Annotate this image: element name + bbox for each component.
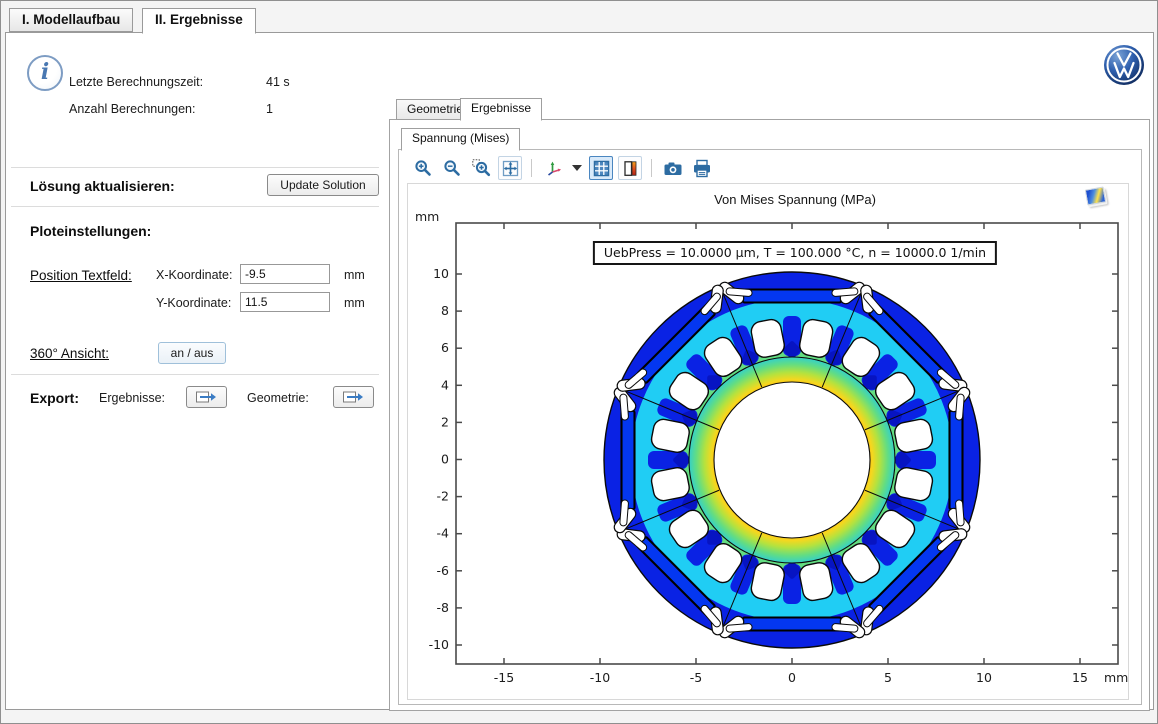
last-computation-value: 41 s — [266, 75, 290, 89]
x-tick-label: -10 — [590, 670, 610, 685]
snapshot-camera-icon[interactable] — [661, 156, 685, 180]
x-coordinate-input[interactable] — [240, 264, 330, 284]
x-tick-label: 10 — [976, 670, 992, 685]
zoom-in-icon[interactable] — [411, 156, 435, 180]
results-tab-ergebnisse[interactable]: Ergebnisse — [460, 98, 542, 121]
x-tick-label: 5 — [884, 670, 892, 685]
computation-count-value: 1 — [266, 102, 273, 116]
y-axis-unit: mm — [415, 209, 439, 224]
plot-settings-heading: Ploteinstellungen: — [30, 223, 151, 239]
y-tick-label: -8 — [437, 600, 450, 615]
y-tick-label: 10 — [433, 266, 449, 281]
last-computation-label: Letzte Berechnungszeit: — [69, 75, 203, 89]
zoom-extents-icon[interactable] — [498, 156, 522, 180]
plot-area[interactable]: Von Mises Spannung (MPa) -15-10-50510151… — [407, 183, 1129, 700]
x-unit-label: mm — [344, 268, 365, 282]
separator — [11, 167, 379, 168]
y-unit-label: mm — [344, 296, 365, 310]
app-window: I. Modellaufbau II. Ergebnisse i Letzte … — [0, 0, 1158, 724]
y-tick-label: 0 — [441, 452, 449, 467]
export-geometry-button[interactable] — [333, 386, 374, 408]
axes-orientation-icon[interactable] — [541, 156, 565, 180]
plot-tab-spannung-mises[interactable]: Spannung (Mises) — [401, 128, 520, 151]
export-results-label: Ergebnisse: — [99, 391, 165, 405]
x-coordinate-label: X-Koordinate: — [156, 268, 232, 282]
update-solution-label: Lösung aktualisieren: — [30, 178, 175, 194]
separator — [11, 374, 379, 375]
color-legend-icon[interactable] — [618, 156, 642, 180]
y-tick-label: -10 — [429, 637, 449, 652]
export-geometry-label: Geometrie: — [247, 391, 309, 405]
y-tick-label: 2 — [441, 414, 449, 429]
tab-ergebnisse[interactable]: II. Ergebnisse — [142, 8, 256, 34]
y-coordinate-input[interactable] — [240, 292, 330, 312]
vw-logo — [1103, 44, 1145, 91]
zoom-out-icon[interactable] — [440, 156, 464, 180]
export-icon — [196, 390, 217, 404]
axes-dropdown-caret[interactable] — [570, 156, 584, 180]
separator — [11, 206, 379, 207]
y-tick-label: -2 — [437, 489, 449, 504]
motor-cross-section — [604, 272, 980, 648]
y-coordinate-label: Y-Koordinate: — [156, 296, 231, 310]
x-tick-label: -5 — [690, 670, 702, 685]
grid-toggle-icon[interactable] — [589, 156, 613, 180]
view-360-label: 360° Ansicht: — [30, 346, 109, 361]
y-tick-label: 8 — [441, 303, 449, 318]
computation-count-label: Anzahl Berechnungen: — [69, 102, 195, 116]
plot-annotation: UebPress = 10.0000 µm, T = 100.000 °C, n… — [593, 241, 997, 265]
x-tick-label: -15 — [494, 670, 514, 685]
info-icon: i — [27, 55, 63, 91]
zoom-box-icon[interactable] — [469, 156, 493, 180]
position-textfield-label: Position Textfeld: — [30, 268, 132, 283]
view-360-toggle-button[interactable]: an / aus — [158, 342, 226, 364]
x-axis-unit: mm — [1104, 670, 1128, 685]
tab-modellaufbau[interactable]: I. Modellaufbau — [9, 8, 133, 32]
update-solution-button[interactable]: Update Solution — [267, 174, 379, 196]
print-icon[interactable] — [690, 156, 714, 180]
export-label: Export: — [30, 390, 79, 406]
export-icon — [343, 390, 364, 404]
x-tick-label: 15 — [1072, 670, 1088, 685]
y-tick-label: -4 — [437, 526, 450, 541]
toolbar-separator — [651, 159, 652, 177]
x-tick-label: 0 — [788, 670, 796, 685]
toolbar-separator — [531, 159, 532, 177]
export-results-button[interactable] — [186, 386, 227, 408]
plot-toolbar — [411, 154, 714, 182]
y-tick-label: 4 — [441, 377, 449, 392]
y-tick-label: -6 — [437, 563, 450, 578]
y-tick-label: 6 — [441, 340, 449, 355]
